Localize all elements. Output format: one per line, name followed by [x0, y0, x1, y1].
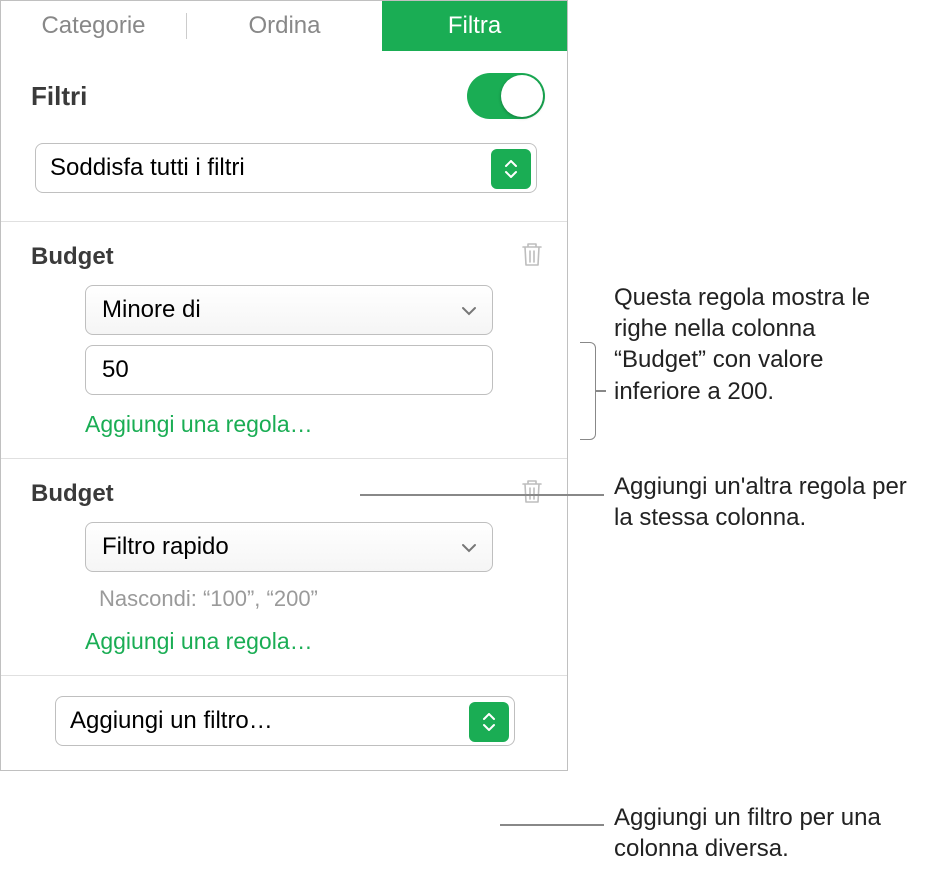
callout-line — [360, 494, 604, 496]
filters-header: Filtri — [1, 51, 567, 129]
filters-toggle[interactable] — [467, 73, 545, 119]
rule-block-1: Budget Minore di 50 Aggiungi una regola… — [1, 221, 567, 458]
match-mode-select[interactable]: Soddisfa tutti i filtri — [35, 143, 537, 193]
callout-line — [596, 390, 606, 392]
operator-select[interactable]: Minore di — [85, 285, 493, 335]
rule-block-2: Budget Filtro rapido Nascondi: “100”, “2… — [1, 458, 567, 675]
callout-3: Aggiungi un filtro per una colonna diver… — [614, 802, 914, 864]
trash-icon[interactable] — [519, 240, 545, 273]
tab-ordina[interactable]: Ordina — [187, 1, 382, 51]
value-input[interactable]: 50 — [85, 345, 493, 395]
add-rule-link[interactable]: Aggiungi una regola… — [85, 628, 313, 655]
add-filter-label: Aggiungi un filtro… — [70, 707, 273, 735]
footer: Aggiungi un filtro… — [1, 675, 567, 770]
callout-line — [500, 824, 604, 826]
chevron-down-icon — [460, 296, 478, 324]
quick-filter-label: Filtro rapido — [102, 533, 229, 561]
callout-1: Questa regola mostra le righe nella colo… — [614, 282, 914, 407]
callout-2: Aggiungi un'altra regola per la stessa c… — [614, 471, 914, 533]
quick-hide-text: Nascondi: “100”, “200” — [99, 586, 545, 612]
updown-icon — [491, 149, 531, 189]
toggle-knob — [501, 75, 543, 117]
quick-filter-select[interactable]: Filtro rapido — [85, 522, 493, 572]
chevron-down-icon — [460, 533, 478, 561]
rule-column-label: Budget — [31, 480, 114, 508]
callout-bracket — [580, 342, 596, 440]
tabs-bar: Categorie Ordina Filtra — [1, 1, 567, 51]
tab-categorie[interactable]: Categorie — [1, 1, 186, 51]
operator-label: Minore di — [102, 296, 201, 324]
value-text: 50 — [102, 356, 129, 384]
updown-icon — [469, 702, 509, 742]
match-mode-label: Soddisfa tutti i filtri — [50, 154, 245, 182]
tab-filtra[interactable]: Filtra — [382, 1, 567, 51]
filters-title: Filtri — [31, 81, 87, 112]
add-filter-select[interactable]: Aggiungi un filtro… — [55, 696, 515, 746]
add-rule-link[interactable]: Aggiungi una regola… — [85, 411, 313, 438]
rule-column-label: Budget — [31, 243, 114, 271]
filter-panel: Categorie Ordina Filtra Filtri Soddisfa … — [0, 0, 568, 771]
